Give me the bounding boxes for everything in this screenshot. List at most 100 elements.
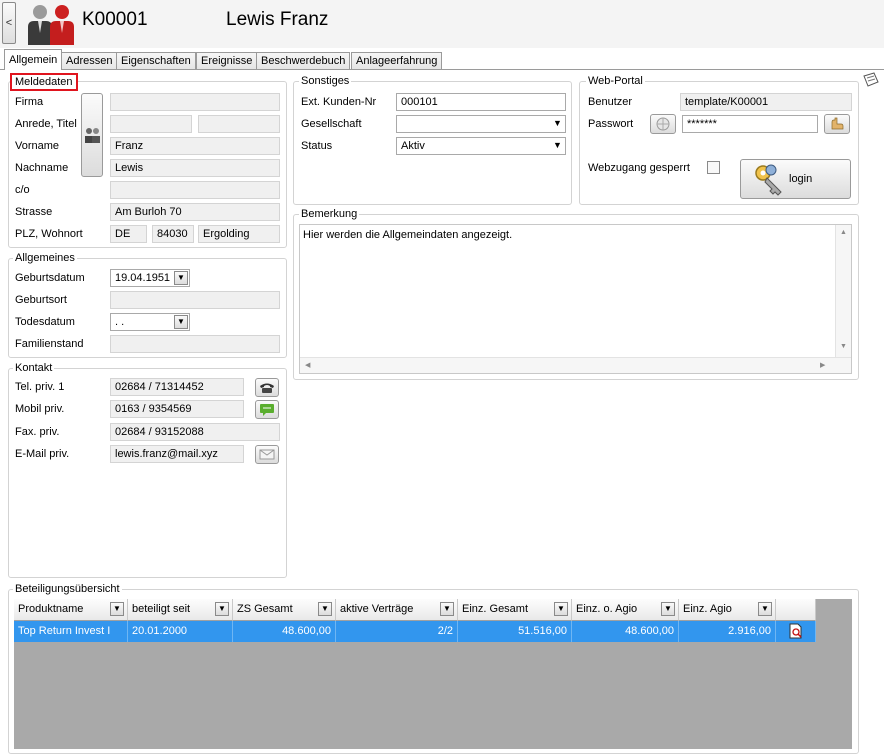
vorname-field[interactable]: Franz (110, 137, 280, 155)
cell-einz-o-agio[interactable]: 48.600,00 (572, 621, 679, 642)
tab-allgemein[interactable]: Allgemein (4, 49, 63, 70)
geburtsort-label: Geburtsort (15, 294, 67, 306)
web-portal-title: Web-Portal (586, 75, 645, 87)
chevron-down-icon[interactable]: ▼ (174, 315, 188, 329)
benutzer-label: Benutzer (588, 96, 633, 108)
passwort-label: Passwort (588, 118, 634, 130)
webzugang-gesperrt-checkbox[interactable] (707, 161, 720, 174)
passwort-field[interactable]: ******* (682, 115, 818, 133)
chevron-down-icon[interactable]: ▼ (553, 118, 562, 128)
gesellschaft-select[interactable] (396, 115, 566, 133)
status-select[interactable]: Aktiv (396, 137, 566, 155)
send-email-button[interactable] (255, 445, 279, 464)
nachname-label: Nachname (15, 162, 69, 174)
mobil-label: Mobil priv. (15, 403, 65, 415)
familienstand-field[interactable] (110, 335, 280, 353)
customer-id: K00001 (82, 9, 148, 30)
cell-beteiligt-seit[interactable]: 20.01.2000 (128, 621, 233, 642)
email-field[interactable]: lewis.franz@mail.xyz (110, 445, 244, 463)
allgemeines-title: Allgemeines (13, 252, 77, 264)
notes-icon[interactable] (862, 72, 880, 88)
column-header-zs-gesamt[interactable]: ZS Gesamt ▼ (233, 599, 336, 621)
tab-adressen[interactable]: Adressen (61, 52, 118, 70)
column-header-einz-agio[interactable]: Einz. Agio ▼ (679, 599, 776, 621)
ort-field[interactable]: Ergolding (198, 225, 280, 243)
familienstand-label: Familienstand (15, 338, 84, 350)
column-header-label: Einz. Agio (683, 603, 732, 615)
plz-label: PLZ, Wohnort (15, 228, 83, 240)
sonstiges-title: Sonstiges (299, 75, 352, 87)
tab-anlageerfahrung[interactable]: Anlageerfahrung (351, 52, 443, 70)
geburtsort-field[interactable] (110, 291, 280, 309)
scroll-down-icon[interactable]: ▼ (840, 343, 847, 350)
ext-kunden-nr-field[interactable]: 000101 (396, 93, 566, 111)
column-header-label: Einz. o. Agio (576, 603, 638, 615)
chevron-down-icon[interactable]: ▼ (110, 602, 124, 616)
gesellschaft-label: Gesellschaft (301, 118, 362, 130)
cell-zs-gesamt[interactable]: 48.600,00 (233, 621, 336, 642)
column-header-produktname[interactable]: Produktname ▼ (14, 599, 128, 621)
chevron-down-icon[interactable]: ▼ (318, 602, 332, 616)
tab-beschwerdebuch[interactable]: Beschwerdebuch (256, 52, 351, 70)
chevron-down-icon[interactable]: ▼ (661, 602, 675, 616)
sms-icon (260, 404, 274, 416)
benutzer-field[interactable]: template/K00001 (680, 93, 852, 111)
globe-icon (656, 117, 670, 131)
kontakt-title: Kontakt (13, 362, 55, 374)
tab-eigenschaften[interactable]: Eigenschaften (116, 52, 196, 70)
chevron-down-icon[interactable]: ▼ (554, 602, 568, 616)
geburtsdatum-label: Geburtsdatum (15, 272, 85, 284)
cell-actions[interactable] (776, 621, 816, 642)
land-field[interactable]: DE (110, 225, 147, 243)
set-password-button[interactable] (824, 114, 850, 134)
anrede-field[interactable] (110, 115, 192, 133)
fax-field[interactable]: 02684 / 93152088 (110, 423, 280, 441)
scroll-up-icon[interactable]: ▲ (840, 229, 847, 236)
tab-ereignisse[interactable]: Ereignisse (196, 52, 258, 70)
chevron-down-icon[interactable]: ▼ (553, 140, 562, 150)
mobil-field[interactable]: 0163 / 9354569 (110, 400, 244, 418)
login-label: login (789, 173, 813, 185)
tel-field[interactable]: 02684 / 71314452 (110, 378, 244, 396)
fax-label: Fax. priv. (15, 426, 60, 438)
vertical-scrollbar[interactable]: ▲ ▼ (835, 225, 851, 357)
cell-einz-gesamt[interactable]: 51.516,00 (458, 621, 572, 642)
horizontal-scrollbar[interactable]: ◀ ▶ (300, 357, 851, 373)
generate-password-button[interactable] (650, 114, 676, 134)
meldedaten-title: Meldedaten (10, 73, 78, 91)
column-header-beteiligt-seit[interactable]: beteiligt seit ▼ (128, 599, 233, 621)
back-button[interactable]: < (2, 2, 16, 44)
contact-person-button[interactable] (81, 93, 103, 177)
cell-einz-agio[interactable]: 2.916,00 (679, 621, 776, 642)
sms-button[interactable] (255, 400, 279, 419)
bemerkung-textarea[interactable]: Hier werden die Allgemeindaten angezeigt… (299, 224, 852, 374)
firma-label: Firma (15, 96, 44, 108)
titel-field[interactable] (198, 115, 280, 133)
column-header-label: aktive Verträge (340, 603, 414, 615)
beteiligungs-grid[interactable]: Produktname ▼ beteiligt seit ▼ ZS Gesamt ▼ … (14, 599, 852, 749)
co-field[interactable] (110, 181, 280, 199)
webzugang-gesperrt-label: Webzugang gesperrt (588, 162, 690, 174)
chevron-down-icon[interactable]: ▼ (174, 271, 188, 285)
firma-field[interactable] (110, 93, 280, 111)
column-header-aktive-vertraege[interactable]: aktive Verträge ▼ (336, 599, 458, 621)
plz-field[interactable]: 84030 (152, 225, 194, 243)
tel-label: Tel. priv. 1 (15, 381, 65, 393)
chevron-down-icon[interactable]: ▼ (215, 602, 229, 616)
nachname-field[interactable]: Lewis (110, 159, 280, 177)
call-button[interactable] (255, 378, 279, 397)
column-header-einz-o-agio[interactable]: Einz. o. Agio ▼ (572, 599, 679, 621)
chevron-down-icon[interactable]: ▼ (440, 602, 454, 616)
scroll-right-icon[interactable]: ▶ (820, 361, 825, 369)
strasse-field[interactable]: Am Burloh 70 (110, 203, 280, 221)
login-button[interactable]: login (740, 159, 851, 199)
cell-aktive-vertraege[interactable]: 2/2 (336, 621, 458, 642)
todesdatum-value: . . (115, 316, 125, 328)
document-search-icon[interactable] (788, 623, 804, 640)
chevron-down-icon[interactable]: ▼ (758, 602, 772, 616)
column-header-einz-gesamt[interactable]: Einz. Gesamt ▼ (458, 599, 572, 621)
cell-produktname[interactable]: Top Return Invest I (14, 621, 128, 642)
email-label: E-Mail priv. (15, 448, 70, 460)
phone-icon (260, 383, 274, 393)
scroll-left-icon[interactable]: ◀ (305, 361, 310, 369)
